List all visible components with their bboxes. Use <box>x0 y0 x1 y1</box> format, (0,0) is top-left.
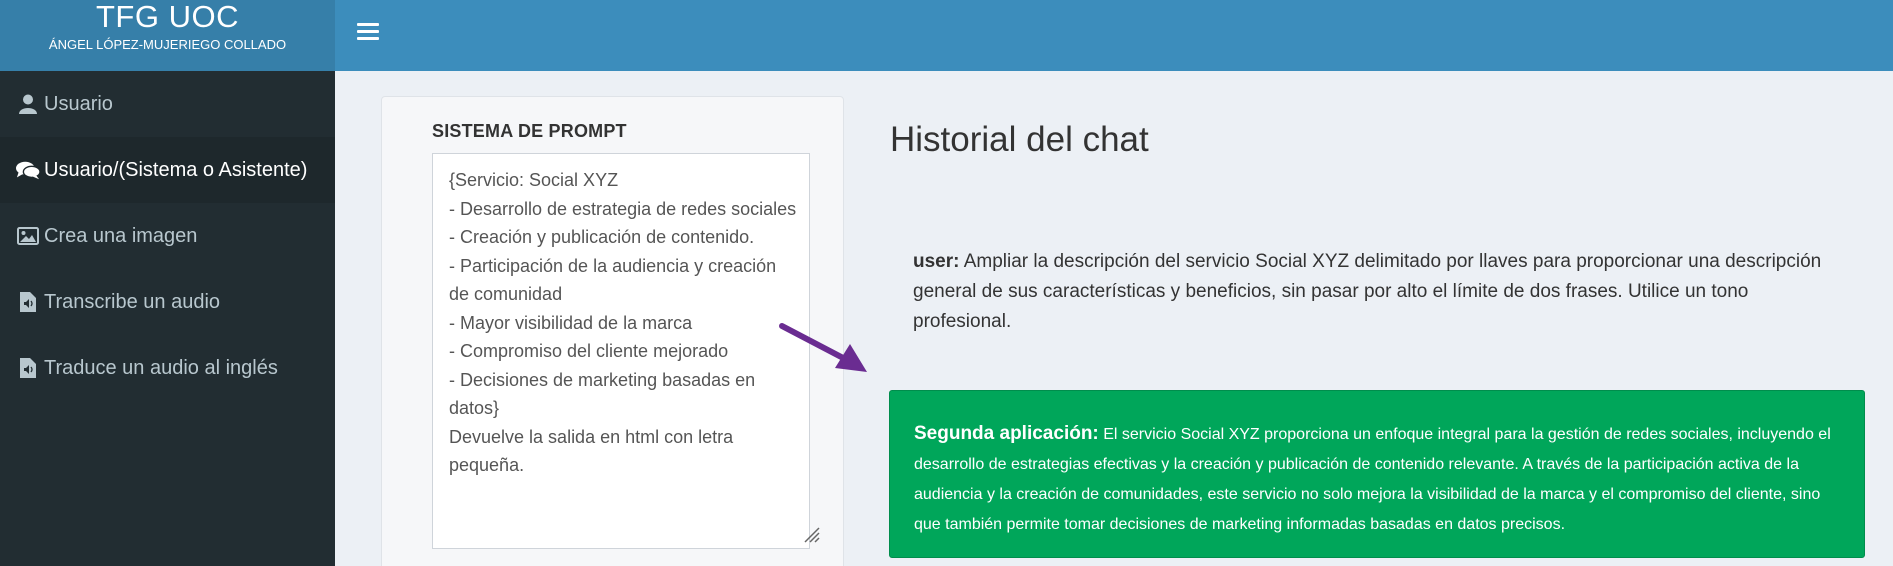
sidebar-item-label: Traduce un audio al inglés <box>44 356 278 379</box>
sidebar-item-label: Crea una imagen <box>44 224 198 247</box>
user-message-text: Ampliar la descripción del servicio Soci… <box>913 251 1822 332</box>
user-message: user: Ampliar la descripción del servici… <box>913 247 1848 337</box>
image-icon <box>16 225 40 247</box>
pointer-arrow-icon <box>779 323 867 372</box>
prompt-label: SISTEMA DE PROMPT <box>432 121 627 141</box>
sidebar-item-usuario-sistema[interactable]: Usuario/(Sistema o Asistente) <box>0 137 335 203</box>
sidebar-item-label: Transcribe un audio <box>44 290 221 313</box>
comments-icon <box>16 159 40 181</box>
sidebar-item-label: Usuario/(Sistema o Asistente) <box>44 158 308 181</box>
user-role-label: user: <box>913 251 960 272</box>
chat-title: Historial del chat <box>890 120 1149 159</box>
sidebar-item-usuario[interactable]: Usuario <box>0 71 335 137</box>
prompt-textarea[interactable]: {Servicio: Social XYZ - Desarrollo de es… <box>432 153 810 549</box>
audio-file-icon <box>16 291 40 313</box>
sidebar-item-traduce-audio[interactable]: Traduce un audio al inglés <box>0 335 335 401</box>
assistant-message: Segunda aplicación: El servicio Social X… <box>889 390 1865 558</box>
assistant-role-label: Segunda aplicación: <box>914 423 1099 444</box>
sidebar-item-transcribe-audio[interactable]: Transcribe un audio <box>0 269 335 335</box>
resize-handle-icon[interactable] <box>802 525 820 543</box>
top-navbar <box>335 0 1893 71</box>
hamburger-icon[interactable] <box>357 23 379 43</box>
logo[interactable]: TFG UOC ÁNGEL LÓPEZ-MUJERIEGO COLLADO <box>0 0 335 71</box>
user-icon <box>16 93 40 115</box>
sidebar-item-crea-imagen[interactable]: Crea una imagen <box>0 203 335 269</box>
logo-title: TFG UOC <box>96 0 239 34</box>
sidebar-item-label: Usuario <box>44 92 113 115</box>
audio-file-icon <box>16 357 40 379</box>
sidebar: Usuario Usuario/(Sistema o Asistente) Cr… <box>0 71 335 566</box>
logo-subtitle: ÁNGEL LÓPEZ-MUJERIEGO COLLADO <box>48 37 287 52</box>
